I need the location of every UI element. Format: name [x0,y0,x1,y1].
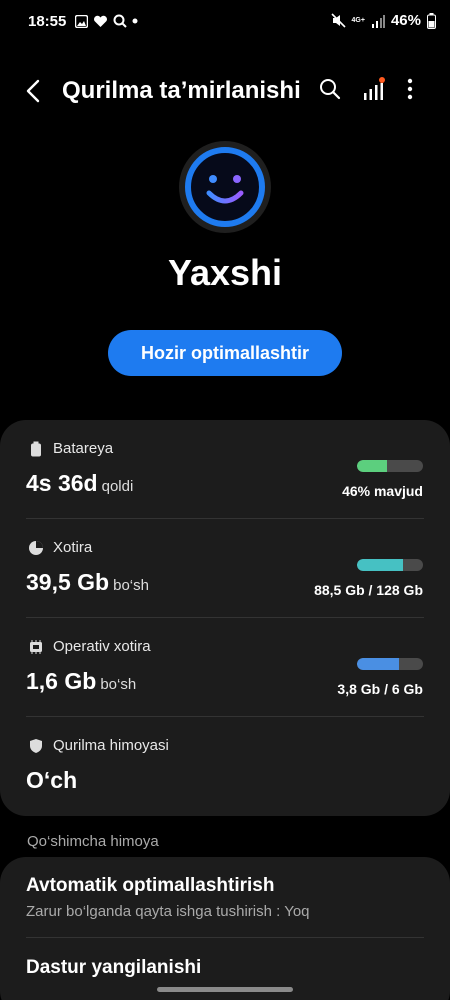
section-header: Qo‘shimcha himoya [27,833,159,850]
stat-detail: 88,5 Gb / 128 Gb [314,582,423,598]
heart-icon [94,15,107,27]
stat-row-battery[interactable]: Batareya 4s 36d qoldi 46% mavjud [0,420,450,519]
optimize-now-button[interactable]: Hozir optimallashtir [108,330,342,376]
gallery-icon [75,14,88,28]
battery-percent: 46% [390,12,421,29]
stat-label: Operativ xotira [53,638,151,655]
progress-bar [357,559,423,571]
mute-icon [330,13,346,28]
pie-chart-icon [29,541,43,555]
stat-unit: qoldi [101,478,134,495]
stat-value: 39,5 Gb bo‘sh [26,569,149,595]
stat-row-ram[interactable]: Operativ xotira 1,6 Gb bo‘sh 3,8 Gb / 6 G… [0,618,450,717]
extra-card: Avtomatik optimallashtirish Zarur bo‘lga… [0,857,450,1000]
notification-icons [75,14,138,28]
stat-label: Xotira [53,539,93,556]
app-header: Qurilma ta’mirlanishi [0,68,450,114]
stats-card: Batareya 4s 36d qoldi 46% mavjud Xotira 3… [0,420,450,816]
status-time: 18:55 [28,13,67,30]
network-type: 4G+ [351,17,365,24]
more-vert-icon[interactable] [406,78,414,100]
smile-face [185,147,265,227]
stat-row-protection[interactable]: Qurilma himoyasi O‘ch [0,717,450,816]
stat-row-storage[interactable]: Xotira 39,5 Gb bo‘sh 88,5 Gb / 128 Gb [0,519,450,618]
stat-detail: 46% mavjud [342,483,423,499]
dot-icon [132,18,138,24]
progress-bar [357,460,423,472]
memory-chip-icon [30,640,42,654]
progress-fill [357,460,388,472]
search-icon[interactable] [319,78,341,100]
stat-label: Qurilma himoyasi [53,737,169,754]
smile-glyph [206,175,244,204]
stat-value: 4s 36d qoldi [26,470,134,496]
stat-detail: 3,8 Gb / 6 Gb [337,681,423,697]
battery-icon [31,441,41,457]
system-icons: 4G+ 46% [330,12,436,29]
home-indicator[interactable] [157,987,293,992]
back-arrow-icon[interactable] [22,78,46,104]
search-status-icon [113,14,127,28]
smile-icon [179,141,271,233]
stat-unit: bo‘sh [100,676,137,693]
auto-optimize-subtitle: Zarur bo‘lganda qayta ishga tushirish : … [26,903,310,920]
status-bar: 18:55 4G+ 46% [0,0,450,44]
progress-bar [357,658,423,670]
stat-value: 1,6 Gb bo‘sh [26,668,137,694]
page-title: Qurilma ta’mirlanishi [62,77,301,104]
stat-unit: bo‘sh [113,577,149,594]
progress-fill [357,559,403,571]
progress-fill [357,658,399,670]
stat-label: Batareya [53,440,114,457]
software-update-item[interactable]: Dastur yangilanishi [26,957,201,979]
divider [26,937,424,938]
auto-optimize-title: Avtomatik optimallashtirish [26,875,275,896]
shield-icon [30,739,42,753]
signal-bars-icon[interactable] [362,76,386,102]
cell-signal-icon [371,14,385,28]
stat-value: O‘ch [26,767,78,793]
battery-status-icon [427,12,436,29]
device-state: Yaxshi [167,252,283,293]
